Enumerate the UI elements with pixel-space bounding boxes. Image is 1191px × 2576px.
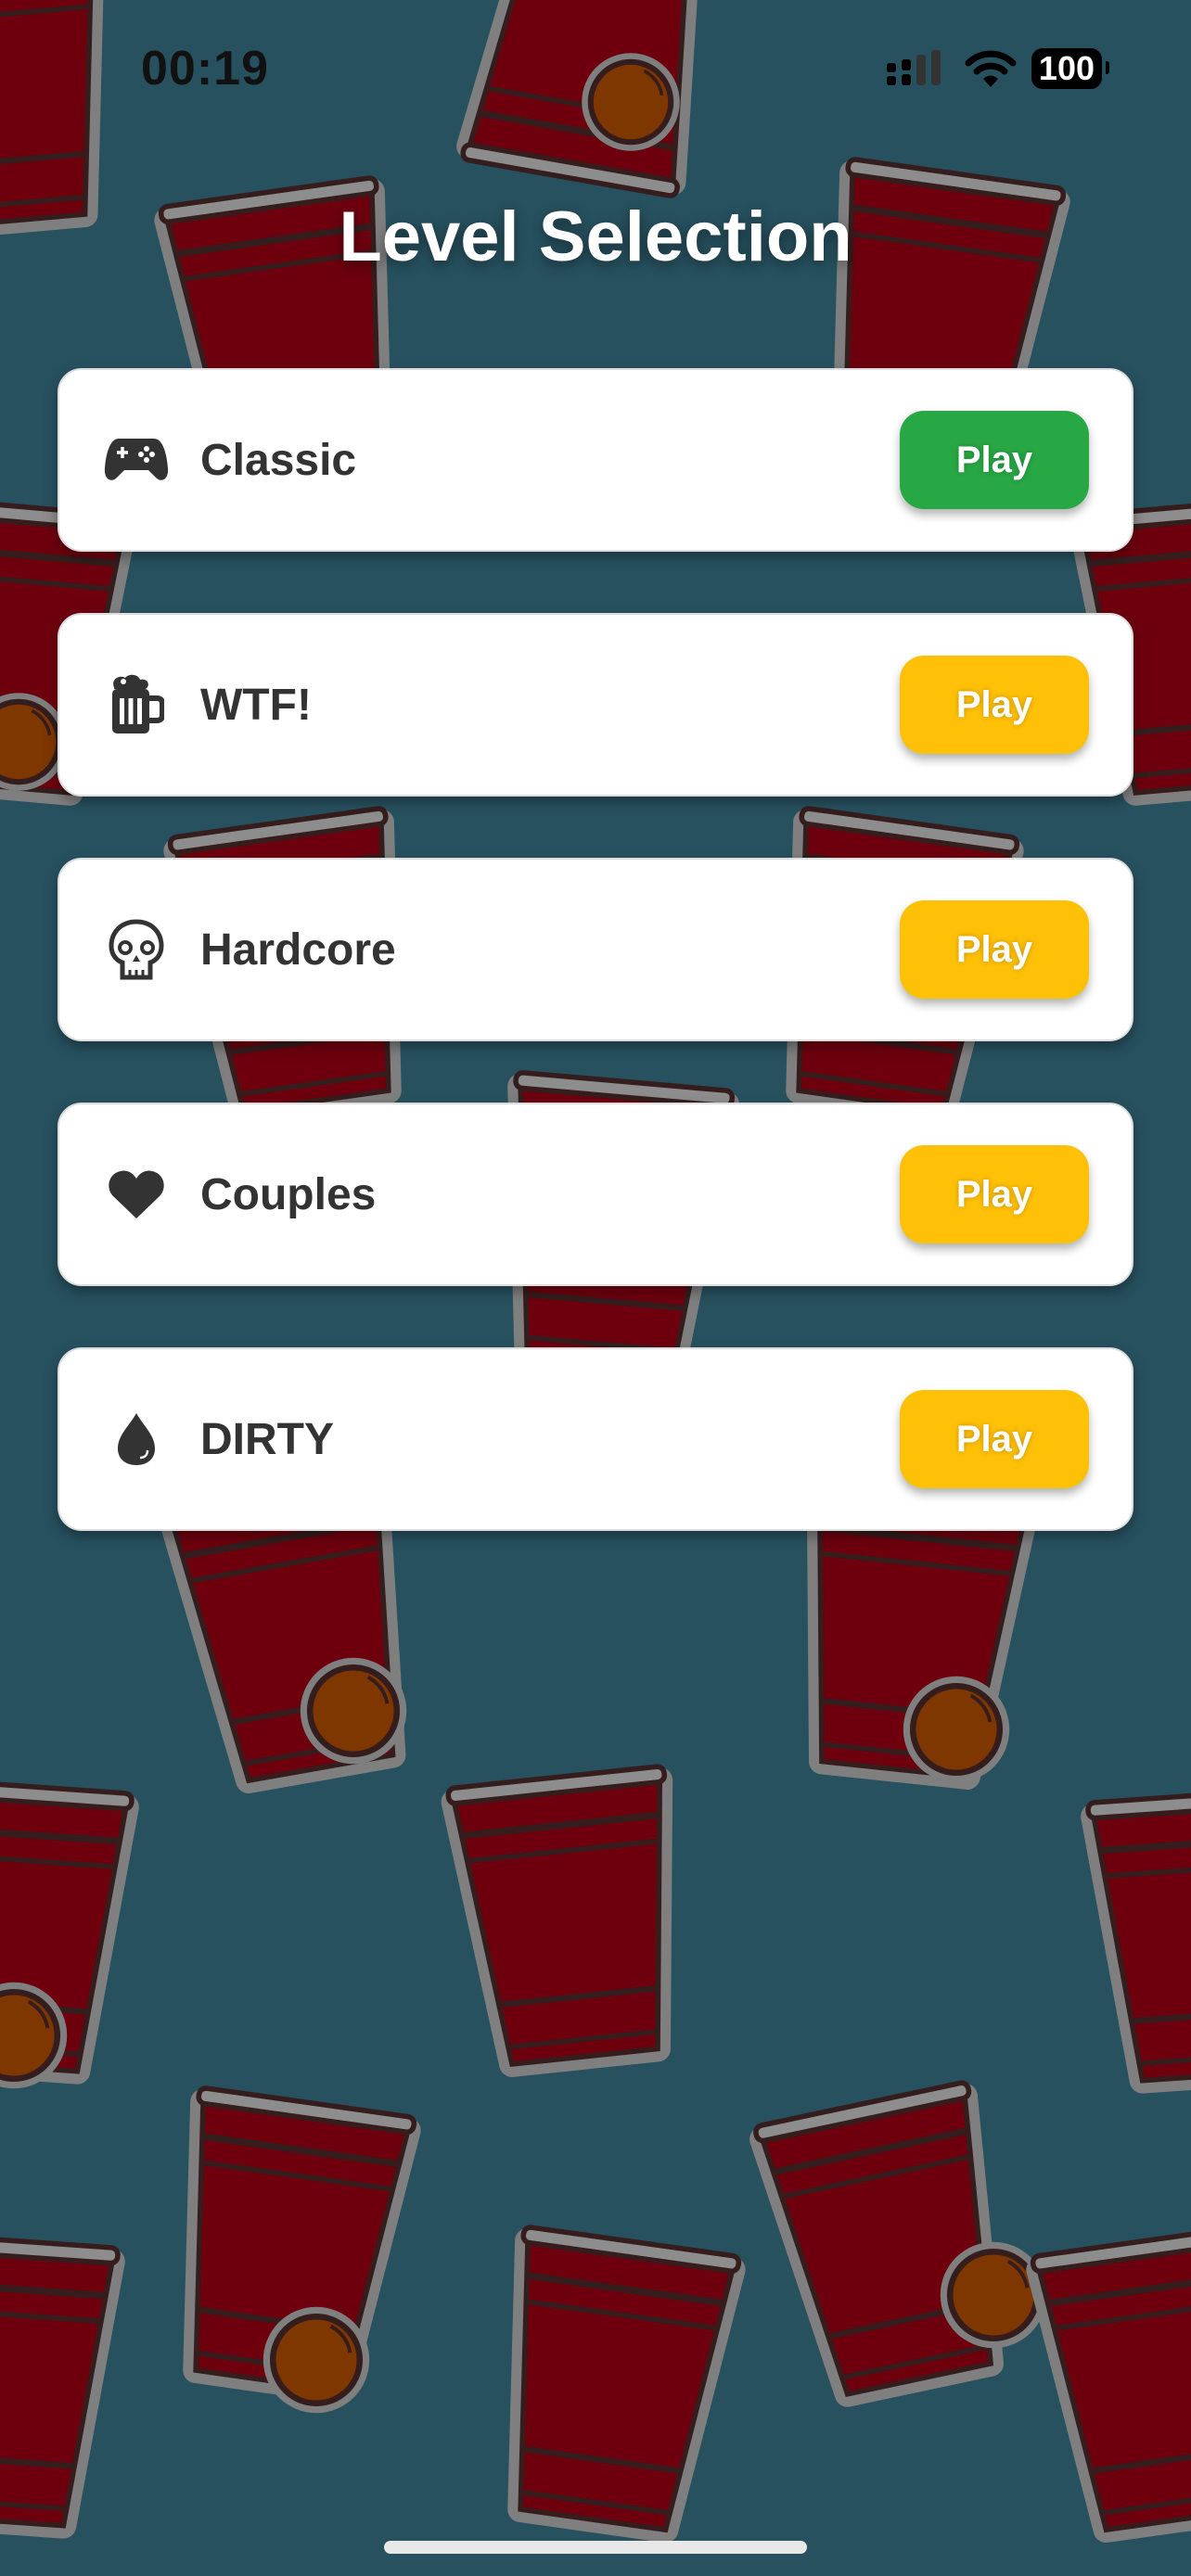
- gamepad-icon: [104, 427, 169, 492]
- play-dirty-button[interactable]: Play: [900, 1390, 1089, 1488]
- level-label: WTF!: [200, 680, 312, 730]
- play-hardcore-button[interactable]: Play: [900, 900, 1089, 999]
- level-label: Hardcore: [200, 925, 396, 975]
- level-label: Couples: [200, 1169, 377, 1219]
- level-card-couples: Couples Play: [58, 1103, 1133, 1286]
- play-couples-button[interactable]: Play: [900, 1145, 1089, 1243]
- level-list: Classic Play WTF! Play Hardcore Play Cou…: [58, 368, 1133, 1592]
- home-indicator[interactable]: [384, 2541, 807, 2554]
- play-classic-button[interactable]: Play: [900, 411, 1089, 509]
- level-card-classic: Classic Play: [58, 368, 1133, 552]
- beer-mug-icon: [104, 672, 169, 737]
- play-wtf-button[interactable]: Play: [900, 656, 1089, 754]
- level-card-hardcore: Hardcore Play: [58, 858, 1133, 1041]
- skull-icon: [104, 917, 169, 982]
- level-label: DIRTY: [200, 1414, 334, 1464]
- page-title: Level Selection: [339, 198, 852, 276]
- cellular-signal-icon: [886, 50, 941, 85]
- status-bar: 00:19 100: [0, 0, 1191, 130]
- level-card-wtf: WTF! Play: [58, 613, 1133, 797]
- water-drop-icon: [104, 1407, 169, 1472]
- status-time: 00:19: [141, 42, 269, 96]
- level-card-dirty: DIRTY Play: [58, 1347, 1133, 1531]
- battery-indicator: 100: [1031, 48, 1110, 89]
- level-label: Classic: [200, 435, 357, 485]
- heart-icon: [104, 1162, 169, 1227]
- wifi-icon: [965, 50, 1017, 87]
